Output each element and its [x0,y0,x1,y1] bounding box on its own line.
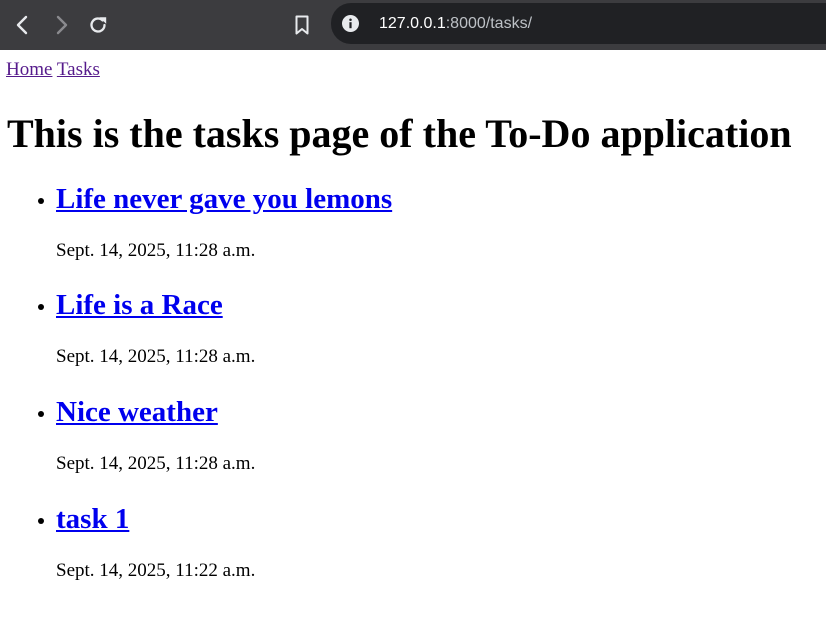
top-nav: Home Tasks [6,59,100,81]
list-item: Life never gave you lemons Sept. 14, 202… [0,181,826,281]
reload-button[interactable] [83,10,113,40]
bullet-icon [38,518,44,524]
home-link[interactable]: Home [6,59,52,80]
task-title: Nice weather [56,394,218,430]
task-link[interactable]: Life never gave you lemons [56,183,392,215]
forward-button[interactable] [46,10,76,40]
reload-icon [90,17,107,33]
task-title: task 1 [56,501,129,537]
back-button[interactable] [8,10,38,40]
task-title: Life is a Race [56,287,223,323]
bookmark-icon [295,15,309,35]
task-date: Sept. 14, 2025, 11:28 a.m. [56,346,256,367]
page-title: This is the tasks page of the To-Do appl… [7,111,792,156]
task-link[interactable]: Life is a Race [56,289,223,321]
chevron-right-icon [56,15,68,35]
tasks-link[interactable]: Tasks [57,59,100,80]
url-text[interactable]: 127.0.0.1:8000/tasks/ [379,3,532,44]
bullet-icon [38,198,44,204]
task-link[interactable]: task 1 [56,503,129,535]
url-path: :8000/tasks/ [445,15,533,32]
bullet-icon [38,411,44,417]
bookmark-button[interactable] [290,12,314,38]
task-date: Sept. 14, 2025, 11:28 a.m. [56,453,256,474]
task-title: Life never gave you lemons [56,181,392,217]
url-host: 127.0.0.1 [379,15,446,32]
task-link[interactable]: Nice weather [56,396,218,428]
bullet-icon [38,304,44,310]
browser-toolbar: 127.0.0.1:8000/tasks/ [0,0,826,50]
task-date: Sept. 14, 2025, 11:28 a.m. [56,240,256,261]
chevron-left-icon [16,15,28,35]
list-item: Nice weather Sept. 14, 2025, 11:28 a.m. [0,394,826,494]
task-date: Sept. 14, 2025, 11:22 a.m. [56,560,256,581]
list-item: Life is a Race Sept. 14, 2025, 11:28 a.m… [0,287,826,387]
info-icon[interactable] [342,15,359,32]
list-item: task 1 Sept. 14, 2025, 11:22 a.m. [0,501,826,601]
address-bar[interactable]: 127.0.0.1:8000/tasks/ [331,3,826,44]
